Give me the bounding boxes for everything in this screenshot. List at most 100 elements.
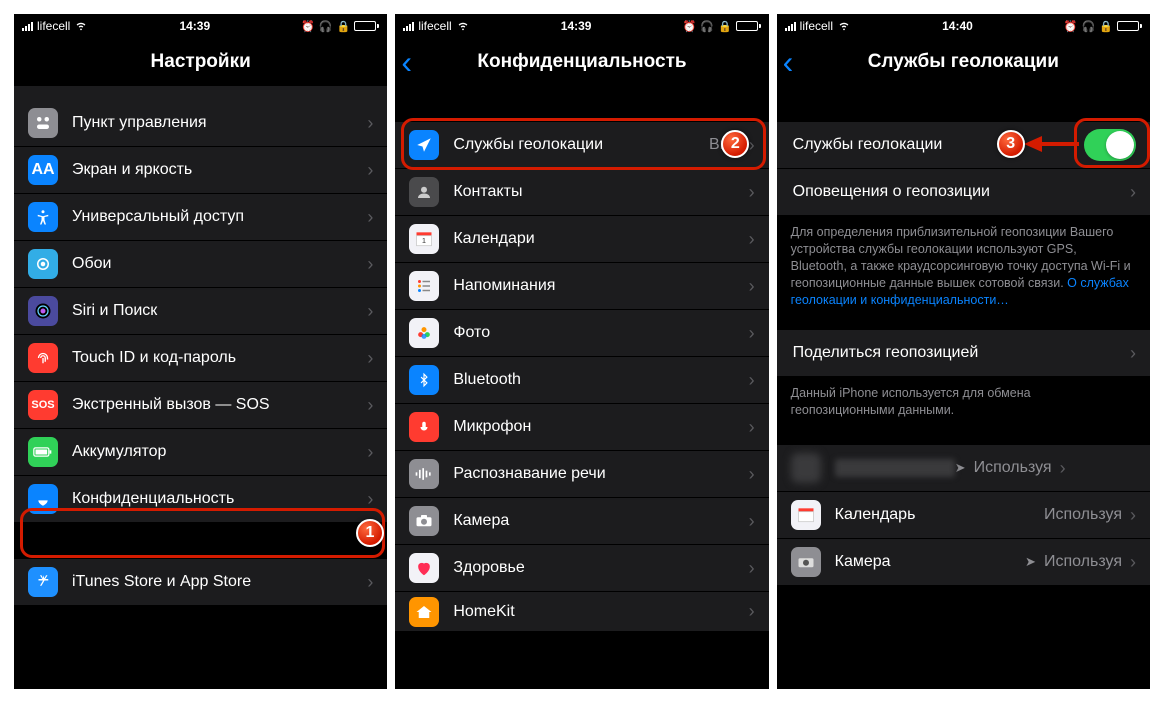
wifi-icon <box>837 18 851 35</box>
status-right: ⏰ 🎧 🔒 <box>301 20 379 33</box>
carrier-label: lifecell <box>37 19 70 33</box>
back-button[interactable]: ‹ <box>401 46 412 78</box>
row-wallpaper[interactable]: Обои › <box>14 241 387 288</box>
status-bar: lifecell 14:40 ⏰ 🎧 🔒 <box>777 14 1150 38</box>
app-icon-blurred <box>791 453 821 483</box>
status-right: ⏰ 🎧 🔒 <box>683 20 761 33</box>
wifi-icon <box>74 18 88 35</box>
carrier-label: lifecell <box>800 19 833 33</box>
step-badge-1: 1 <box>356 519 384 547</box>
camera-icon <box>791 547 821 577</box>
reminders-icon <box>409 271 439 301</box>
battery-row-icon <box>28 437 58 467</box>
status-bar: lifecell 14:39 ⏰ 🎧 🔒 <box>14 14 387 38</box>
screen-location-services: lifecell 14:40 ⏰ 🎧 🔒 ‹ Службы геолокации… <box>777 14 1150 689</box>
nav-arrow-icon: ➤ <box>955 460 966 476</box>
clock: 14:39 <box>179 19 210 33</box>
siri-icon <box>28 296 58 326</box>
wallpaper-icon <box>28 249 58 279</box>
row-calendars[interactable]: 1 Календари › <box>395 216 768 263</box>
page-title: Конфиденциальность <box>477 51 686 73</box>
row-location-services[interactable]: Службы геолокации Вкл. › <box>395 122 768 169</box>
chevron-right-icon: › <box>749 135 755 156</box>
row-health[interactable]: Здоровье › <box>395 545 768 592</box>
nav-arrow-icon: ➤ <box>1025 554 1036 570</box>
status-right: ⏰ 🎧 🔒 <box>1064 20 1142 33</box>
chevron-right-icon: › <box>367 301 373 322</box>
row-app-camera[interactable]: Камера ➤ Используя › <box>777 539 1150 586</box>
accessibility-icon <box>28 202 58 232</box>
screen-settings: lifecell 14:39 ⏰ 🎧 🔒 Настройки Пункт упр… <box>14 14 387 689</box>
alarm-icon: ⏰ <box>683 20 697 33</box>
chevron-right-icon: › <box>749 182 755 203</box>
health-icon <box>409 553 439 583</box>
signal-icon <box>22 21 33 31</box>
row-alerts[interactable]: Оповещения о геопозиции › <box>777 169 1150 216</box>
calendar-icon <box>791 500 821 530</box>
homekit-icon <box>409 597 439 627</box>
chevron-right-icon: › <box>1130 505 1136 526</box>
row-app-calendar[interactable]: Календарь Используя › <box>777 492 1150 539</box>
row-privacy[interactable]: Конфиденциальность › <box>14 476 387 523</box>
chevron-right-icon: › <box>367 207 373 228</box>
headphones-icon: 🎧 <box>1082 20 1096 33</box>
nav-bar: Настройки <box>14 38 387 86</box>
chevron-right-icon: › <box>749 370 755 391</box>
row-touchid[interactable]: Touch ID и код-пароль › <box>14 335 387 382</box>
location-toggle[interactable] <box>1084 129 1136 161</box>
row-display[interactable]: AA Экран и яркость › <box>14 147 387 194</box>
row-reminders[interactable]: Напоминания › <box>395 263 768 310</box>
row-itunes[interactable]: iTunes Store и App Store › <box>14 559 387 606</box>
arrow-head-icon <box>1024 136 1042 152</box>
chevron-right-icon: › <box>367 348 373 369</box>
row-control-center[interactable]: Пункт управления › <box>14 100 387 147</box>
battery-icon <box>1117 21 1142 31</box>
carrier-label: lifecell <box>418 19 451 33</box>
row-camera[interactable]: Камера › <box>395 498 768 545</box>
chevron-right-icon: › <box>749 464 755 485</box>
headphones-icon: 🎧 <box>319 20 333 33</box>
row-bluetooth[interactable]: Bluetooth › <box>395 357 768 404</box>
row-speech[interactable]: Распознавание речи › <box>395 451 768 498</box>
photos-icon <box>409 318 439 348</box>
signal-icon <box>403 21 414 31</box>
contacts-icon <box>409 177 439 207</box>
headphones-icon: 🎧 <box>700 20 714 33</box>
page-title: Настройки <box>151 51 251 73</box>
chevron-right-icon: › <box>1130 343 1136 364</box>
chevron-right-icon: › <box>367 442 373 463</box>
clock: 14:40 <box>942 19 973 33</box>
row-photos[interactable]: Фото › <box>395 310 768 357</box>
back-button[interactable]: ‹ <box>783 46 794 78</box>
chevron-right-icon: › <box>367 160 373 181</box>
row-homekit[interactable]: HomeKit › <box>395 592 768 632</box>
chevron-right-icon: › <box>367 254 373 275</box>
orientation-lock-icon: 🔒 <box>337 20 351 33</box>
row-app-blurred[interactable]: ➤ Используя › <box>777 445 1150 492</box>
row-accessibility[interactable]: Универсальный доступ › <box>14 194 387 241</box>
screen-privacy: lifecell 14:39 ⏰ 🎧 🔒 ‹ Конфиденциальност… <box>395 14 768 689</box>
camera-icon <box>409 506 439 536</box>
chevron-right-icon: › <box>749 417 755 438</box>
row-share-location[interactable]: Поделиться геопозицией › <box>777 330 1150 377</box>
control-center-icon <box>28 108 58 138</box>
row-sos[interactable]: SOS Экстренный вызов — SOS › <box>14 382 387 429</box>
alarm-icon: ⏰ <box>1064 20 1078 33</box>
footer-share-explain: Данный iPhone используется для обмена ге… <box>777 377 1150 431</box>
row-battery[interactable]: Аккумулятор › <box>14 429 387 476</box>
row-siri[interactable]: Siri и Поиск › <box>14 288 387 335</box>
fingerprint-icon <box>28 343 58 373</box>
wifi-icon <box>456 18 470 35</box>
row-microphone[interactable]: Микрофон › <box>395 404 768 451</box>
chevron-right-icon: › <box>749 323 755 344</box>
signal-icon <box>785 21 796 31</box>
nav-bar: ‹ Службы геолокации <box>777 38 1150 86</box>
row-location-toggle[interactable]: Службы геолокации <box>777 122 1150 169</box>
chevron-right-icon: › <box>749 601 755 622</box>
svg-text:1: 1 <box>422 236 426 245</box>
privacy-icon <box>28 484 58 514</box>
row-contacts[interactable]: Контакты › <box>395 169 768 216</box>
orientation-lock-icon: 🔒 <box>1099 20 1113 33</box>
chevron-right-icon: › <box>367 113 373 134</box>
chevron-right-icon: › <box>1060 458 1066 479</box>
